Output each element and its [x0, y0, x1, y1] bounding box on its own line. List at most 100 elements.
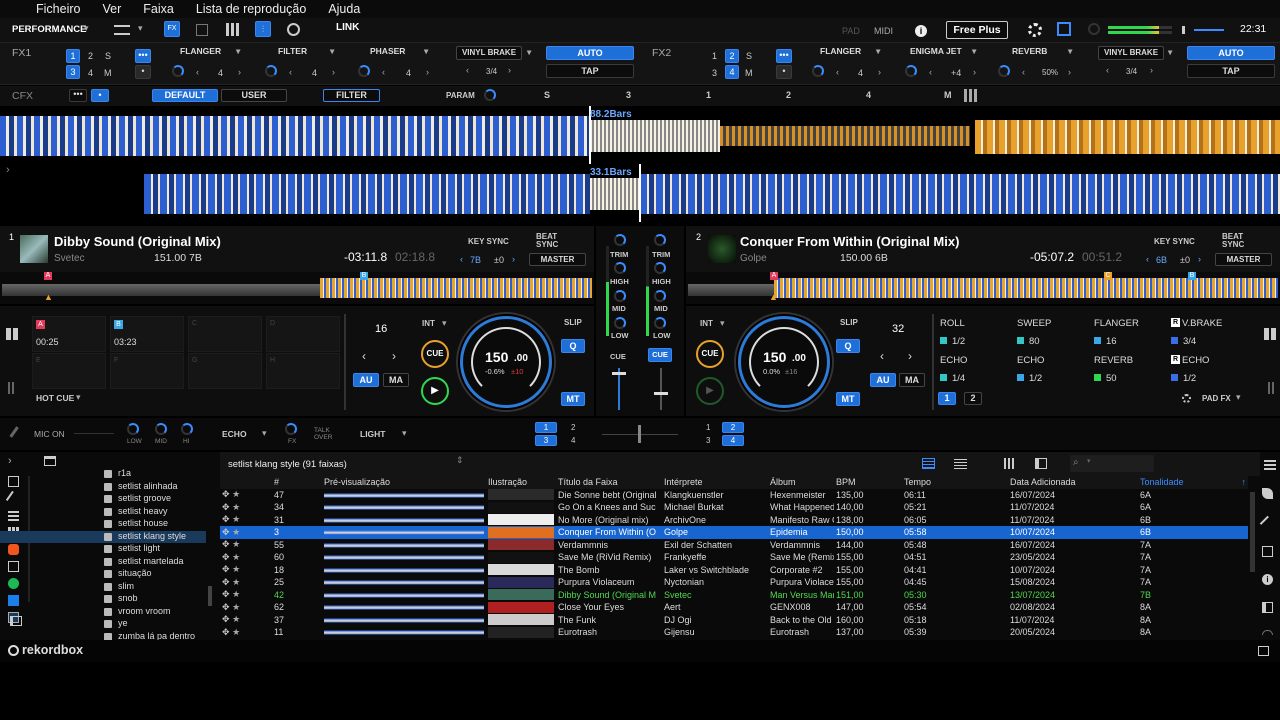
ch2-cue-button[interactable]: CUE — [648, 348, 672, 362]
fx2-effect3-knob[interactable] — [998, 65, 1010, 77]
mic-on-button[interactable]: MIC ON — [34, 429, 65, 439]
fx1-effect2-name[interactable]: FILTER — [278, 46, 307, 56]
related-tracks-icon[interactable] — [1262, 546, 1273, 557]
deck2-pad-mode-dropdown-icon[interactable]: ▾ — [1236, 392, 1241, 403]
row-status-icons[interactable]: ✥ ★ — [220, 539, 272, 552]
more-tools-icon[interactable] — [1262, 630, 1273, 635]
fx1-effect1-inc[interactable]: › — [238, 67, 241, 77]
fx2-effect3-dropdown-icon[interactable]: ▾ — [1068, 46, 1072, 57]
column-view-icon[interactable] — [1004, 458, 1016, 469]
mic-low-knob[interactable] — [127, 423, 139, 435]
deck1-master-tempo-button[interactable]: MT — [561, 392, 585, 406]
ch2-trim-knob[interactable] — [654, 234, 666, 246]
playlist-item[interactable]: r1a — [0, 468, 206, 481]
table-row[interactable]: ✥ ★ 25 Purpura Violaceum Nyctonian Purpura V… — [220, 576, 1248, 589]
table-row[interactable]: ✥ ★ 18 The Bomb Laker vs Switchblade Corpora… — [220, 564, 1248, 577]
deck2-overview-cue-b[interactable]: B — [1188, 272, 1196, 280]
playlist-item[interactable]: situação — [0, 568, 206, 581]
deck2-play-pause-icon[interactable]: ▶ — [696, 377, 724, 405]
track-info-icon[interactable]: i — [1262, 574, 1273, 585]
mic-mid-knob[interactable] — [155, 423, 167, 435]
deck1-key-sync-button[interactable]: KEY SYNC — [468, 237, 509, 246]
star-icon[interactable]: ★ — [232, 602, 240, 612]
ch2-low-knob[interactable] — [654, 317, 666, 329]
fx2-effect3-dec[interactable]: ‹ — [1022, 67, 1025, 77]
split-view-icon[interactable] — [1035, 458, 1047, 469]
row-status-icons[interactable]: ✥ ★ — [220, 551, 272, 564]
fx2-beat-inc[interactable]: › — [1150, 65, 1153, 75]
drag-handle-icon[interactable]: ✥ — [222, 527, 230, 537]
midi-button[interactable]: MIDI — [874, 26, 893, 36]
deck1-hotcue-c[interactable]: C — [188, 316, 262, 352]
fx1-ch1-button[interactable]: 1 — [66, 49, 80, 63]
sidebar-scroll-thumb[interactable] — [208, 586, 212, 606]
ch1-fader-cap[interactable] — [612, 372, 626, 375]
settings-gear-icon[interactable] — [1028, 23, 1042, 37]
fx1-effect3-dropdown-icon[interactable]: ▾ — [424, 46, 428, 57]
sidebar-expand-icon[interactable]: › — [8, 455, 12, 467]
deck2-pad-fx-6[interactable]: ECHO — [1017, 355, 1044, 366]
table-row[interactable]: ✥ ★ 62 Close Your Eyes Aert GENX008 147,00 05:… — [220, 601, 1248, 614]
drag-handle-icon[interactable]: ✥ — [222, 502, 230, 512]
drag-handle-icon[interactable]: ✥ — [222, 602, 230, 612]
sidebar-window-icon[interactable] — [44, 456, 56, 466]
cfx-user-button[interactable]: USER — [221, 89, 287, 102]
ch1-low-knob[interactable] — [614, 317, 626, 329]
deck2-assign-1[interactable]: 1 — [706, 423, 710, 432]
deck2-key-inc[interactable]: › — [1198, 254, 1201, 264]
deck1-hotcue-e[interactable]: E — [32, 353, 106, 389]
fx2-tap-button[interactable]: TAP — [1187, 64, 1275, 78]
fx1-auto-button[interactable]: AUTO — [546, 46, 634, 60]
fx1-ch2-button[interactable]: 2 — [88, 51, 93, 61]
ch1-cue-button[interactable]: CUE — [610, 352, 626, 361]
deck2-pad-fx-8[interactable]: R ECHO — [1171, 355, 1209, 366]
col-header-key[interactable]: Tonalidade ↑ — [1138, 476, 1248, 489]
deck2-overview-cue-a[interactable]: A — [770, 272, 778, 280]
mic-fx-dropdown-icon[interactable]: ▾ — [262, 428, 267, 439]
drag-handle-icon[interactable]: ✥ — [222, 489, 230, 499]
deck2-overview-waveform[interactable]: A C B ▲ — [686, 272, 1280, 304]
link-button[interactable]: LINK — [336, 22, 359, 33]
table-row[interactable]: ✥ ★ 60 Save Me (RiVid Remix) Frankyeffe Save… — [220, 551, 1248, 564]
row-status-icons[interactable]: ✥ ★ — [220, 564, 272, 577]
deck1-pad-grid-icon[interactable] — [6, 328, 18, 340]
deck1-assign-4[interactable]: 4 — [571, 436, 575, 445]
row-status-icons[interactable]: ✥ ★ — [220, 514, 272, 527]
fx2-effect3-inc[interactable]: › — [1068, 67, 1071, 77]
fx1-effect1-dropdown-icon[interactable]: ▾ — [236, 46, 240, 57]
deck1-assign-1[interactable]: 1 — [535, 422, 557, 433]
playlist-item[interactable]: setlist martelada — [0, 556, 206, 569]
deck2-int-dropdown-icon[interactable]: ▾ — [720, 318, 725, 329]
cell-preview[interactable] — [322, 626, 486, 639]
menu-help[interactable]: Ajuda — [320, 0, 374, 18]
deck1-overview-cue-a[interactable]: A — [44, 272, 52, 280]
fx2-effect2-knob[interactable] — [905, 65, 917, 77]
lighting-select[interactable]: LIGHT — [360, 429, 386, 439]
col-header-time[interactable]: Tempo — [902, 476, 1008, 489]
cell-preview[interactable] — [322, 576, 486, 589]
playlist-item[interactable]: ye — [0, 618, 206, 631]
deck1-zoom-waveform[interactable]: 88.2Bars — [0, 106, 1280, 164]
playlist-item[interactable]: setlist heavy — [0, 506, 206, 519]
table-row[interactable]: ✥ ★37The FunkDJ OgiBack to the Old Schoo… — [220, 614, 1248, 627]
deck2-master-tempo-button[interactable]: MT — [836, 392, 860, 406]
mic-fx-select[interactable]: ECHO — [222, 429, 247, 439]
deck2-collapse-handle-icon[interactable] — [1268, 382, 1274, 394]
deck2-zoom-waveform[interactable]: › 33.1Bars — [0, 164, 1280, 222]
col-header-date-added[interactable]: Data Adicionada — [1008, 476, 1138, 489]
cell-preview[interactable] — [322, 489, 486, 502]
fx2-effect2-dec[interactable]: ‹ — [929, 67, 932, 77]
sub-panel-icon[interactable] — [1262, 602, 1273, 613]
table-row[interactable]: ✥ ★ 11 Eurotrash Gijensu Eurotrash 137,00 05:3… — [220, 626, 1248, 639]
fx1-ch4-button[interactable]: 4 — [88, 68, 93, 78]
menu-track[interactable]: Faixa — [135, 0, 188, 18]
deck1-hotcue-g[interactable]: G — [188, 353, 262, 389]
playlist-item[interactable]: slim — [0, 581, 206, 594]
pad-button[interactable]: PAD — [842, 26, 860, 36]
deck1-overview-waveform[interactable]: A B ▲ — [0, 272, 594, 304]
deck2-overview-cue-c[interactable]: C — [1104, 272, 1112, 280]
row-status-icons[interactable]: ✥ ★ — [220, 614, 272, 627]
plan-button[interactable]: Free Plus — [946, 21, 1008, 39]
table-row[interactable]: ✥ ★ 47 Die Sonne bebt (Original Klangkuenst… — [220, 489, 1248, 502]
star-icon[interactable]: ★ — [232, 577, 240, 587]
